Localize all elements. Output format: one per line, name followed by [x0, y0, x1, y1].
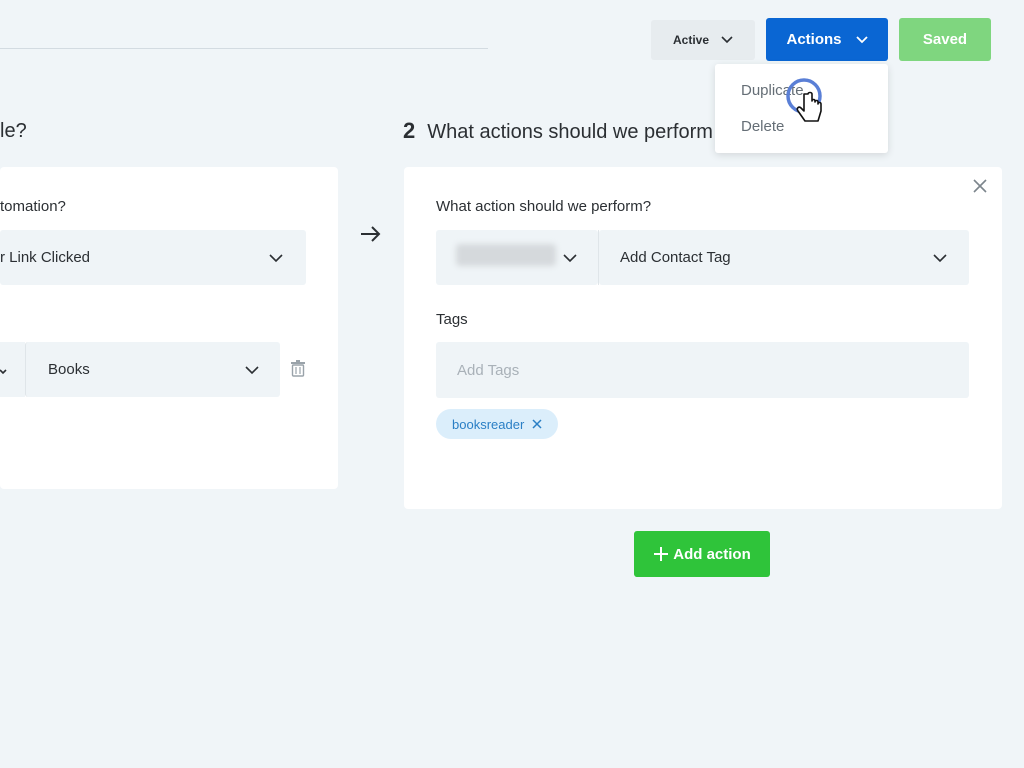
arrow-right-icon	[361, 226, 381, 242]
chevron-down-icon	[855, 35, 868, 43]
chevron-down-icon	[563, 254, 577, 263]
action-type-value: Add Contact Tag	[620, 249, 731, 266]
tags-input[interactable]: Add Tags	[436, 342, 969, 398]
title-underline	[0, 48, 488, 49]
chevron-down-icon	[0, 369, 7, 375]
close-icon[interactable]	[972, 178, 988, 194]
add-action-label: Add action	[673, 545, 751, 563]
hand-pointer-icon	[786, 78, 822, 122]
tags-label: Tags	[436, 311, 468, 328]
blurred-value	[456, 244, 556, 266]
condition-value: Books	[48, 361, 90, 378]
action-field-label: What action should we perform?	[436, 198, 652, 215]
trigger-question: tomation?	[0, 198, 66, 215]
tags-placeholder: Add Tags	[457, 361, 520, 379]
trigger-heading: le?	[0, 120, 27, 142]
trigger-select[interactable]: r Link Clicked	[0, 230, 306, 285]
status-dropdown[interactable]: Active	[651, 20, 755, 60]
saved-label: Saved	[922, 31, 968, 48]
add-action-button[interactable]: Add action	[634, 531, 770, 577]
tag-chip: booksreader	[436, 409, 558, 439]
trigger-card	[0, 167, 338, 489]
action-card	[404, 167, 1002, 509]
action-type-select[interactable]: Add Contact Tag	[599, 230, 969, 285]
chevron-down-icon	[933, 254, 947, 263]
actions-button[interactable]: Actions	[766, 18, 888, 61]
status-label: Active	[672, 33, 710, 47]
condition-operator-select[interactable]	[0, 342, 25, 397]
trigger-select-value: r Link Clicked	[0, 249, 91, 266]
action-heading: 2 What actions should we perform	[403, 118, 713, 144]
saved-button[interactable]: Saved	[899, 18, 991, 61]
action-heading-text: What actions should we perform	[427, 121, 713, 143]
menu-item-delete[interactable]: Delete	[741, 118, 784, 135]
chevron-down-icon	[245, 366, 259, 375]
close-icon[interactable]	[532, 419, 542, 429]
tag-label: booksreader	[452, 416, 525, 432]
condition-value-select[interactable]: Books	[25, 342, 280, 397]
step-number: 2	[403, 118, 416, 143]
plus-icon	[654, 547, 669, 561]
chevron-down-icon	[269, 254, 283, 263]
chevron-down-icon	[721, 36, 733, 44]
actions-label: Actions	[786, 31, 842, 48]
trash-icon[interactable]	[290, 360, 306, 377]
